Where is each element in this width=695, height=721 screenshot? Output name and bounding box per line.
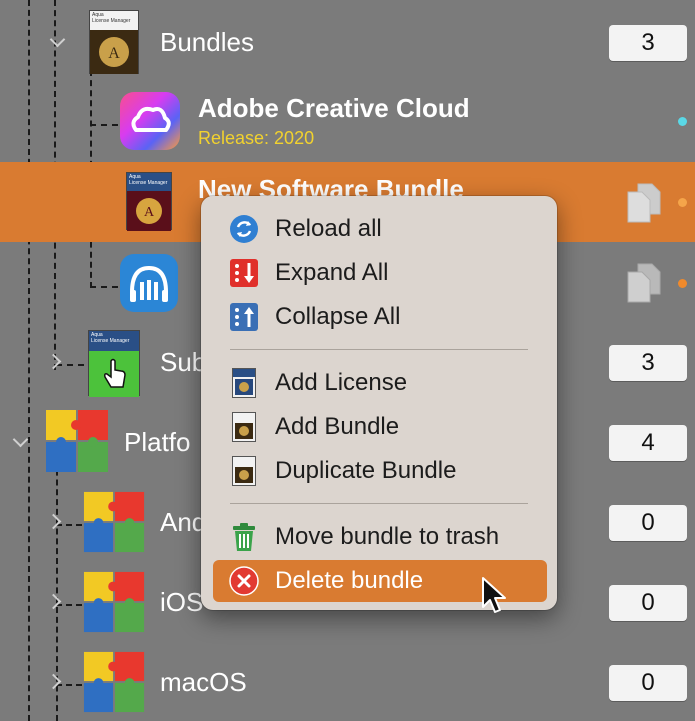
tree-line	[56, 364, 84, 366]
menu-item-label: Add License	[275, 369, 408, 396]
android-count: 0	[609, 505, 687, 541]
collapse-icon	[229, 302, 259, 332]
mouse-cursor-icon	[482, 577, 506, 613]
subscription-icon: Aqua License Manager	[88, 330, 140, 397]
menu-item-expand-all[interactable]: Expand All	[213, 252, 547, 294]
tree-item-adobe-title[interactable]: Adobe Creative Cloud	[198, 93, 470, 124]
bundle-icon	[229, 412, 259, 442]
tree-line	[56, 524, 82, 526]
chevron-right-icon[interactable]	[45, 513, 62, 530]
bundle-icon: Aqua License Manager A	[89, 10, 139, 74]
tree-item-bundles[interactable]: Bundles	[160, 27, 254, 58]
menu-item-label: Expand All	[275, 259, 389, 286]
macos-count: 0	[609, 665, 687, 701]
expand-icon	[229, 258, 259, 288]
svg-text:A: A	[144, 205, 155, 220]
menu-separator	[230, 349, 528, 350]
ios-count: 0	[609, 585, 687, 621]
menu-item-label: Add Bundle	[275, 413, 400, 440]
audiobook-app-icon	[120, 254, 178, 312]
documents-icon	[627, 183, 661, 223]
menu-item-add-license[interactable]: Add License	[213, 362, 547, 404]
tree-item-ios[interactable]: iOS	[160, 587, 203, 618]
tree-item-macos[interactable]: macOS	[160, 667, 247, 698]
chevron-right-icon[interactable]	[45, 673, 62, 690]
menu-item-label: Move bundle to trash	[275, 523, 500, 550]
delete-icon	[229, 566, 259, 596]
chevron-right-icon[interactable]	[45, 593, 62, 610]
trash-icon	[229, 522, 259, 552]
menu-item-label: Reload all	[275, 215, 382, 242]
chevron-right-icon[interactable]	[45, 353, 62, 370]
menu-item-label: Collapse All	[275, 303, 401, 330]
status-dot	[678, 117, 687, 126]
chevron-down-icon[interactable]	[12, 431, 29, 448]
menu-item-label: Duplicate Bundle	[275, 457, 457, 484]
menu-item-reload-all[interactable]: Reload all	[213, 208, 547, 250]
tree-line	[90, 286, 118, 288]
tree-line	[56, 604, 82, 606]
tree-item-subscriptions[interactable]: Sub	[160, 347, 206, 378]
bundles-count: 3	[609, 25, 687, 61]
menu-item-duplicate-bundle[interactable]: Duplicate Bundle	[213, 450, 547, 492]
tree-item-adobe-subtitle: Release: 2020	[198, 128, 315, 148]
platforms-count: 4	[609, 425, 687, 461]
tree-item-platforms[interactable]: Platfo	[124, 427, 191, 458]
puzzle-icon	[83, 571, 145, 633]
tree-line	[90, 124, 118, 126]
tree-item-android[interactable]: And	[160, 507, 206, 538]
status-dot	[678, 279, 687, 288]
puzzle-icon	[83, 491, 145, 553]
puzzle-icon	[83, 651, 145, 713]
reload-icon	[229, 214, 259, 244]
menu-item-collapse-all[interactable]: Collapse All	[213, 296, 547, 338]
adobe-cc-icon	[120, 92, 180, 150]
subscriptions-count: 3	[609, 345, 687, 381]
menu-item-label: Delete bundle	[275, 567, 424, 594]
documents-icon	[627, 263, 661, 303]
tree-line	[56, 684, 82, 686]
duplicate-icon	[229, 456, 259, 486]
menu-item-move-to-trash[interactable]: Move bundle to trash	[213, 516, 547, 558]
menu-item-add-bundle[interactable]: Add Bundle	[213, 406, 547, 448]
svg-text:A: A	[108, 45, 120, 62]
status-dot	[678, 198, 687, 207]
license-icon	[229, 368, 259, 398]
bundle-icon: Aqua License Manager A	[126, 172, 172, 231]
tree-line	[28, 0, 30, 721]
menu-separator	[230, 503, 528, 504]
context-menu: Reload all Expand All Collapse All Add L…	[201, 196, 557, 610]
puzzle-icon	[46, 410, 108, 472]
chevron-down-icon[interactable]	[49, 31, 66, 48]
